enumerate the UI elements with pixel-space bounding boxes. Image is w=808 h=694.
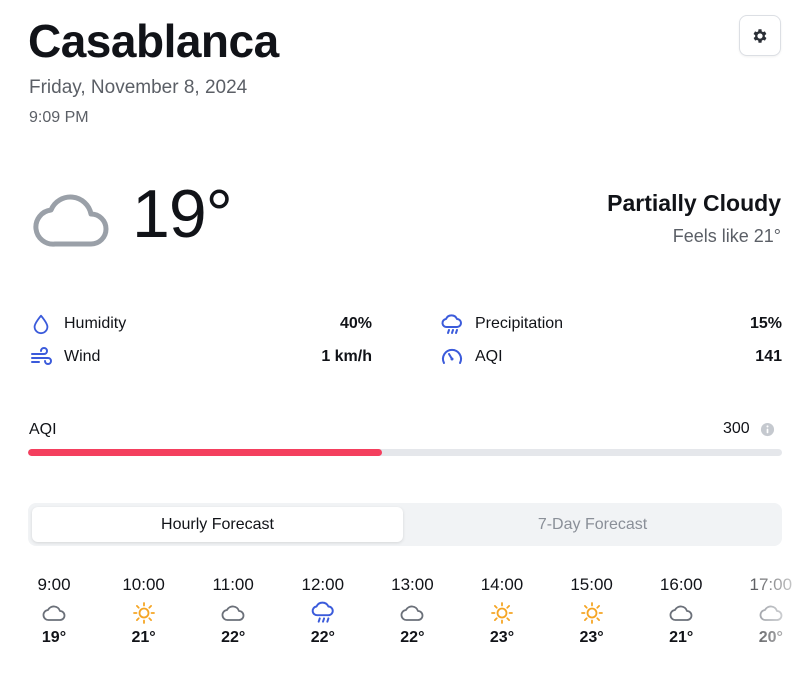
hourly-temp: 23° [489,629,515,646]
stat-precipitation: Precipitation 15% [440,312,782,336]
precipitation-value: 15% [749,315,782,332]
hourly-temp: 19° [41,629,67,646]
aqi-stat-label: AQI [475,348,503,365]
hourly-item: 9:00 19° [19,575,89,647]
gauge-icon [440,345,464,369]
hourly-time: 12:00 [301,575,345,594]
sun-icon [467,597,537,629]
hourly-temp: 21° [669,629,694,646]
forecast-tabs: Hourly Forecast 7-Day Forecast [28,503,782,546]
hourly-temp: 22° [310,629,335,646]
current-temperature: 19° [132,176,233,252]
city-title: Casablanca [28,15,279,67]
precipitation-label: Precipitation [475,315,564,332]
hourly-time: 15:00 [570,575,613,594]
hourly-temp: 21° [131,629,156,646]
hourly-forecast-list: 9:00 19° 10:00 21° 11:00 22° 12:00 22° 13:00 22° 1… [0,575,808,665]
aqi-progress-fill [28,449,383,456]
sun-icon [109,597,179,629]
feels-like-label: Feels like 21° [672,226,781,246]
aqi-stat-value: 141 [755,348,782,365]
wind-value: 1 km/h [321,348,372,365]
cloud-icon [646,597,716,629]
humidity-label: Humidity [64,315,127,332]
hourly-item: 12:00 22° [288,575,358,647]
stat-humidity: Humidity 40% [29,312,372,336]
stat-wind: Wind 1 km/h [29,345,372,369]
hourly-temp: 22° [221,629,246,646]
humidity-value: 40% [339,315,372,332]
info-icon[interactable] [760,422,775,437]
cloud-rain-icon [440,312,464,336]
hourly-item: 15:00 23° [557,575,627,647]
hourly-item: 16:00 21° [646,575,716,647]
hourly-temp: 23° [579,629,604,646]
hourly-time: 10:00 [122,575,165,594]
hourly-item: 14:00 23° [467,575,537,647]
sun-icon [557,597,627,629]
hourly-item: 11:00 22° [198,575,268,647]
hourly-time: 14:00 [480,575,524,594]
settings-button[interactable] [739,15,781,56]
hourly-time: 11:00 [212,575,254,594]
cloud-rain-icon [288,597,358,629]
time-label: 9:09 PM [29,109,89,126]
hourly-item: 10:00 21° [109,575,179,647]
aqi-max-label: 300 [723,420,750,437]
aqi-progress-track [28,449,782,456]
aqi-bar-label: AQI [29,421,57,438]
stat-aqi: AQI 141 [440,345,782,369]
hourly-item: 13:00 22° [377,575,447,647]
gear-icon [753,28,767,43]
tab-hourly-forecast[interactable]: Hourly Forecast [32,507,403,542]
hourly-temp: 22° [400,629,425,646]
tab-7-day-forecast[interactable]: 7-Day Forecast [407,507,778,542]
condition-label: Partially Cloudy [607,190,781,216]
hourly-time: 9:00 [37,575,71,594]
hourly-time: 16:00 [659,575,703,594]
wind-icon [29,345,53,369]
cloud-icon [198,597,268,629]
cloud-icon [377,597,447,629]
droplet-icon [29,312,53,336]
current-weather-icon [33,188,111,250]
date-label: Friday, November 8, 2024 [29,77,248,98]
cloud-icon [19,597,89,629]
scroll-fade [735,565,808,665]
wind-label: Wind [64,348,101,365]
hourly-time: 13:00 [391,575,434,594]
cloud-icon [33,194,109,247]
